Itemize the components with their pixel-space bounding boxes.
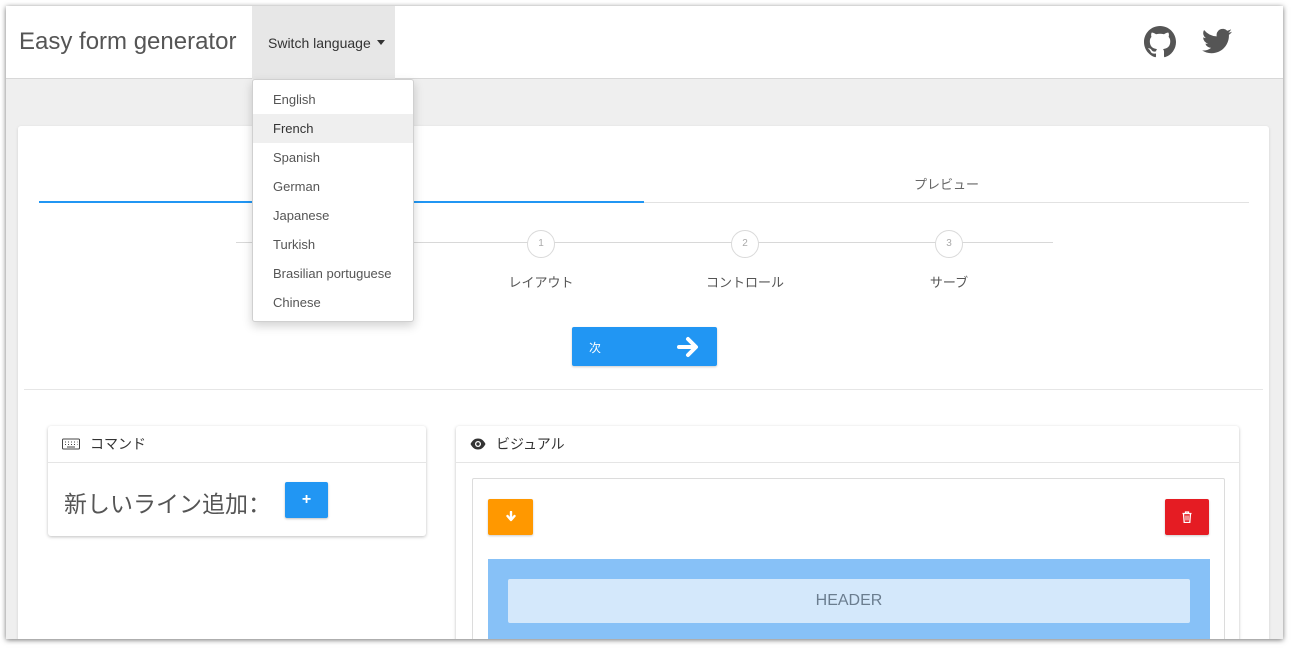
step-1-label: レイアウト: [508, 275, 574, 290]
eye-icon: [470, 438, 486, 450]
visual-line-container: HEADER: [472, 478, 1225, 639]
step-1-circle[interactable]: 1: [527, 230, 555, 258]
tab-preview[interactable]: プレビュー: [644, 174, 1249, 193]
switch-language-dropdown[interactable]: Switch language: [252, 6, 395, 79]
command-panel-title: コマンド: [90, 436, 146, 452]
github-icon[interactable]: [1144, 26, 1176, 58]
next-button[interactable]: 次: [572, 327, 717, 366]
next-button-label: 次: [589, 341, 602, 355]
navbar: Easy form generator Switch language: [6, 6, 1283, 79]
step-3-circle[interactable]: 3: [935, 230, 963, 258]
language-option-japanese[interactable]: Japanese: [253, 201, 413, 230]
switch-language-label: Switch language: [268, 34, 371, 51]
visual-panel-header: ビジュアル: [456, 426, 1239, 463]
step-3-label: サーブ: [929, 275, 969, 290]
keyboard-icon: [62, 438, 80, 450]
move-down-button[interactable]: [488, 499, 533, 535]
language-option-turkish[interactable]: Turkish: [253, 230, 413, 259]
language-option-brasilian-portuguese[interactable]: Brasilian portuguese: [253, 259, 413, 288]
visual-panel: ビジュアル HEADER: [456, 426, 1239, 639]
language-option-french[interactable]: French: [253, 114, 413, 143]
command-panel-header: コマンド: [48, 426, 426, 463]
command-panel: コマンド 新しいライン追加： +: [48, 426, 426, 536]
language-option-spanish[interactable]: Spanish: [253, 143, 413, 172]
visual-panel-title: ビジュアル: [496, 436, 565, 452]
header-drop-zone: HEADER: [488, 559, 1210, 639]
header-placeholder[interactable]: HEADER: [508, 579, 1190, 623]
language-dropdown-menu: English French Spanish German Japanese T…: [252, 79, 414, 322]
add-line-label: 新しいライン追加：: [64, 491, 271, 517]
language-option-german[interactable]: German: [253, 172, 413, 201]
arrow-right-icon: [677, 337, 698, 357]
step-2-circle[interactable]: 2: [731, 230, 759, 258]
add-line-button[interactable]: +: [285, 482, 328, 518]
trash-icon: [1182, 511, 1192, 523]
language-option-chinese[interactable]: Chinese: [253, 288, 413, 317]
form-builder-card: プレビュー 1 2 3 レイアウト コントロール サーブ 次 コマンド 新しいラ…: [18, 126, 1269, 639]
language-option-english[interactable]: English: [253, 85, 413, 114]
caret-down-icon: [376, 40, 385, 45]
brand-title[interactable]: Easy form generator: [19, 28, 236, 56]
arrow-down-icon: [505, 510, 516, 522]
step-2-label: コントロール: [705, 275, 784, 290]
delete-line-button[interactable]: [1165, 499, 1209, 535]
twitter-icon[interactable]: [1202, 26, 1234, 58]
section-divider: [24, 389, 1263, 390]
app-window: Easy form generator Switch language プレビュ…: [6, 6, 1283, 639]
